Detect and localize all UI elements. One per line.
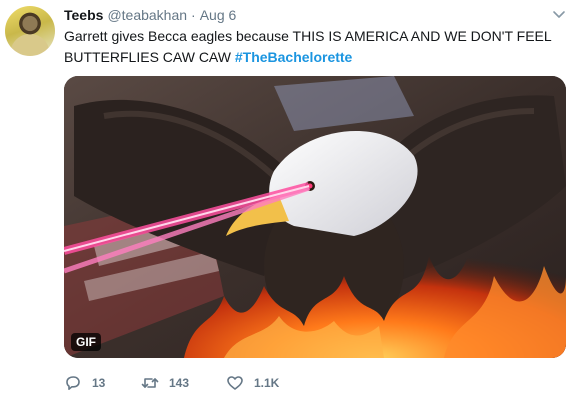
author-handle[interactable]: @teabakhan — [107, 7, 187, 23]
tweet-card[interactable]: Teebs @teabakhan · Aug 6 Garrett gives B… — [0, 0, 575, 404]
retweet-button[interactable]: 143 — [141, 373, 189, 393]
like-button[interactable]: 1.1K — [226, 373, 279, 393]
heart-icon — [227, 376, 243, 390]
separator-dot: · — [191, 7, 196, 23]
author-name[interactable]: Teebs — [64, 7, 103, 23]
hashtag-link[interactable]: #TheBachelorette — [235, 49, 352, 65]
reply-icon — [66, 376, 80, 390]
tweet-header: Teebs @teabakhan · Aug 6 — [64, 7, 236, 27]
avatar[interactable] — [5, 6, 55, 56]
retweet-count: 143 — [169, 376, 190, 390]
tweet-text: Garrett gives Becca eagles because THIS … — [64, 26, 564, 68]
eagle-gif-image — [64, 76, 566, 358]
chevron-down-icon[interactable] — [552, 10, 566, 20]
gif-badge: GIF — [71, 333, 101, 351]
tweet-timestamp[interactable]: Aug 6 — [200, 7, 237, 23]
reply-button[interactable]: 13 — [64, 373, 105, 393]
gif-media[interactable] — [64, 76, 566, 358]
reply-count: 13 — [92, 376, 106, 390]
retweet-icon — [141, 378, 159, 388]
tweet-actions: 13 143 1.1K — [64, 373, 544, 393]
like-count: 1.1K — [254, 376, 280, 390]
